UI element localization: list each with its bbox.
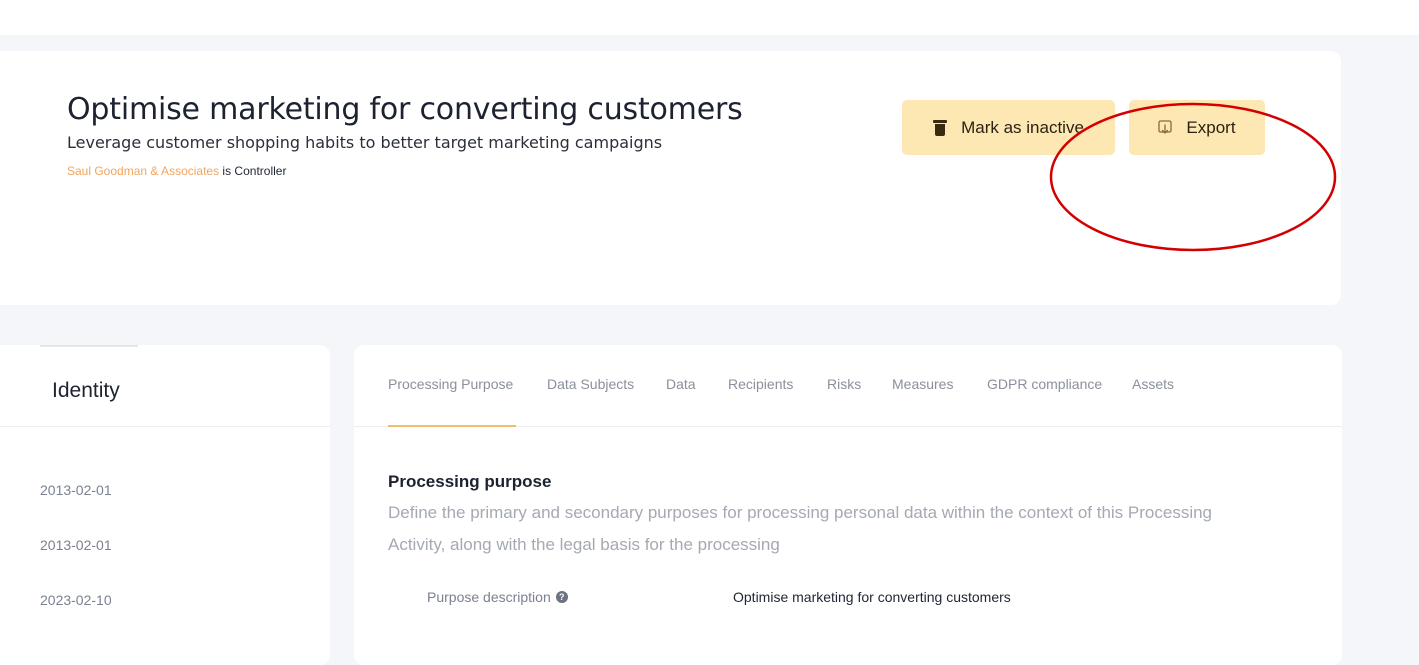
purpose-description-label: Purpose description ? [427, 589, 568, 605]
tab-recipients[interactable]: Recipients [728, 376, 793, 392]
identity-panel [0, 345, 330, 665]
page-title: Optimise marketing for converting custom… [67, 92, 743, 127]
field-label-text: Purpose description [427, 589, 551, 605]
identity-date: 2013-02-01 [40, 537, 112, 553]
tab-data-subjects[interactable]: Data Subjects [547, 376, 634, 392]
trash-icon [933, 119, 948, 136]
tab-assets[interactable]: Assets [1132, 376, 1174, 392]
mark-inactive-label: Mark as inactive [961, 117, 1084, 137]
header-card [0, 51, 1341, 305]
section-description: Define the primary and secondary purpose… [388, 503, 1213, 554]
download-icon [1158, 119, 1173, 134]
tab-gdpr-compliance[interactable]: GDPR compliance [987, 376, 1102, 392]
tab-data[interactable]: Data [666, 376, 696, 392]
section-title: Processing purpose [388, 472, 552, 491]
tab-processing-purpose[interactable]: Processing Purpose [388, 376, 513, 392]
export-button[interactable]: Export [1129, 100, 1265, 155]
export-label: Export [1186, 117, 1236, 137]
identity-date: 2013-02-01 [40, 482, 112, 498]
identity-title: Identity [52, 379, 120, 402]
identity-date: 2023-02-10 [40, 592, 112, 608]
question-icon[interactable]: ? [555, 591, 568, 603]
controller-suffix: is Controller [219, 164, 287, 178]
controller-info: Saul Goodman & Associates is Controller [67, 164, 286, 178]
mark-inactive-button[interactable]: Mark as inactive [902, 100, 1115, 155]
purpose-description-value: Optimise marketing for converting custom… [733, 589, 1011, 605]
tab-measures[interactable]: Measures [892, 376, 953, 392]
tab-risks[interactable]: Risks [827, 376, 861, 392]
page-subtitle: Leverage customer shopping habits to bet… [67, 133, 663, 152]
active-tab-indicator [388, 425, 516, 427]
top-bar [0, 0, 1419, 35]
controller-org-link[interactable]: Saul Goodman & Associates [67, 164, 219, 178]
